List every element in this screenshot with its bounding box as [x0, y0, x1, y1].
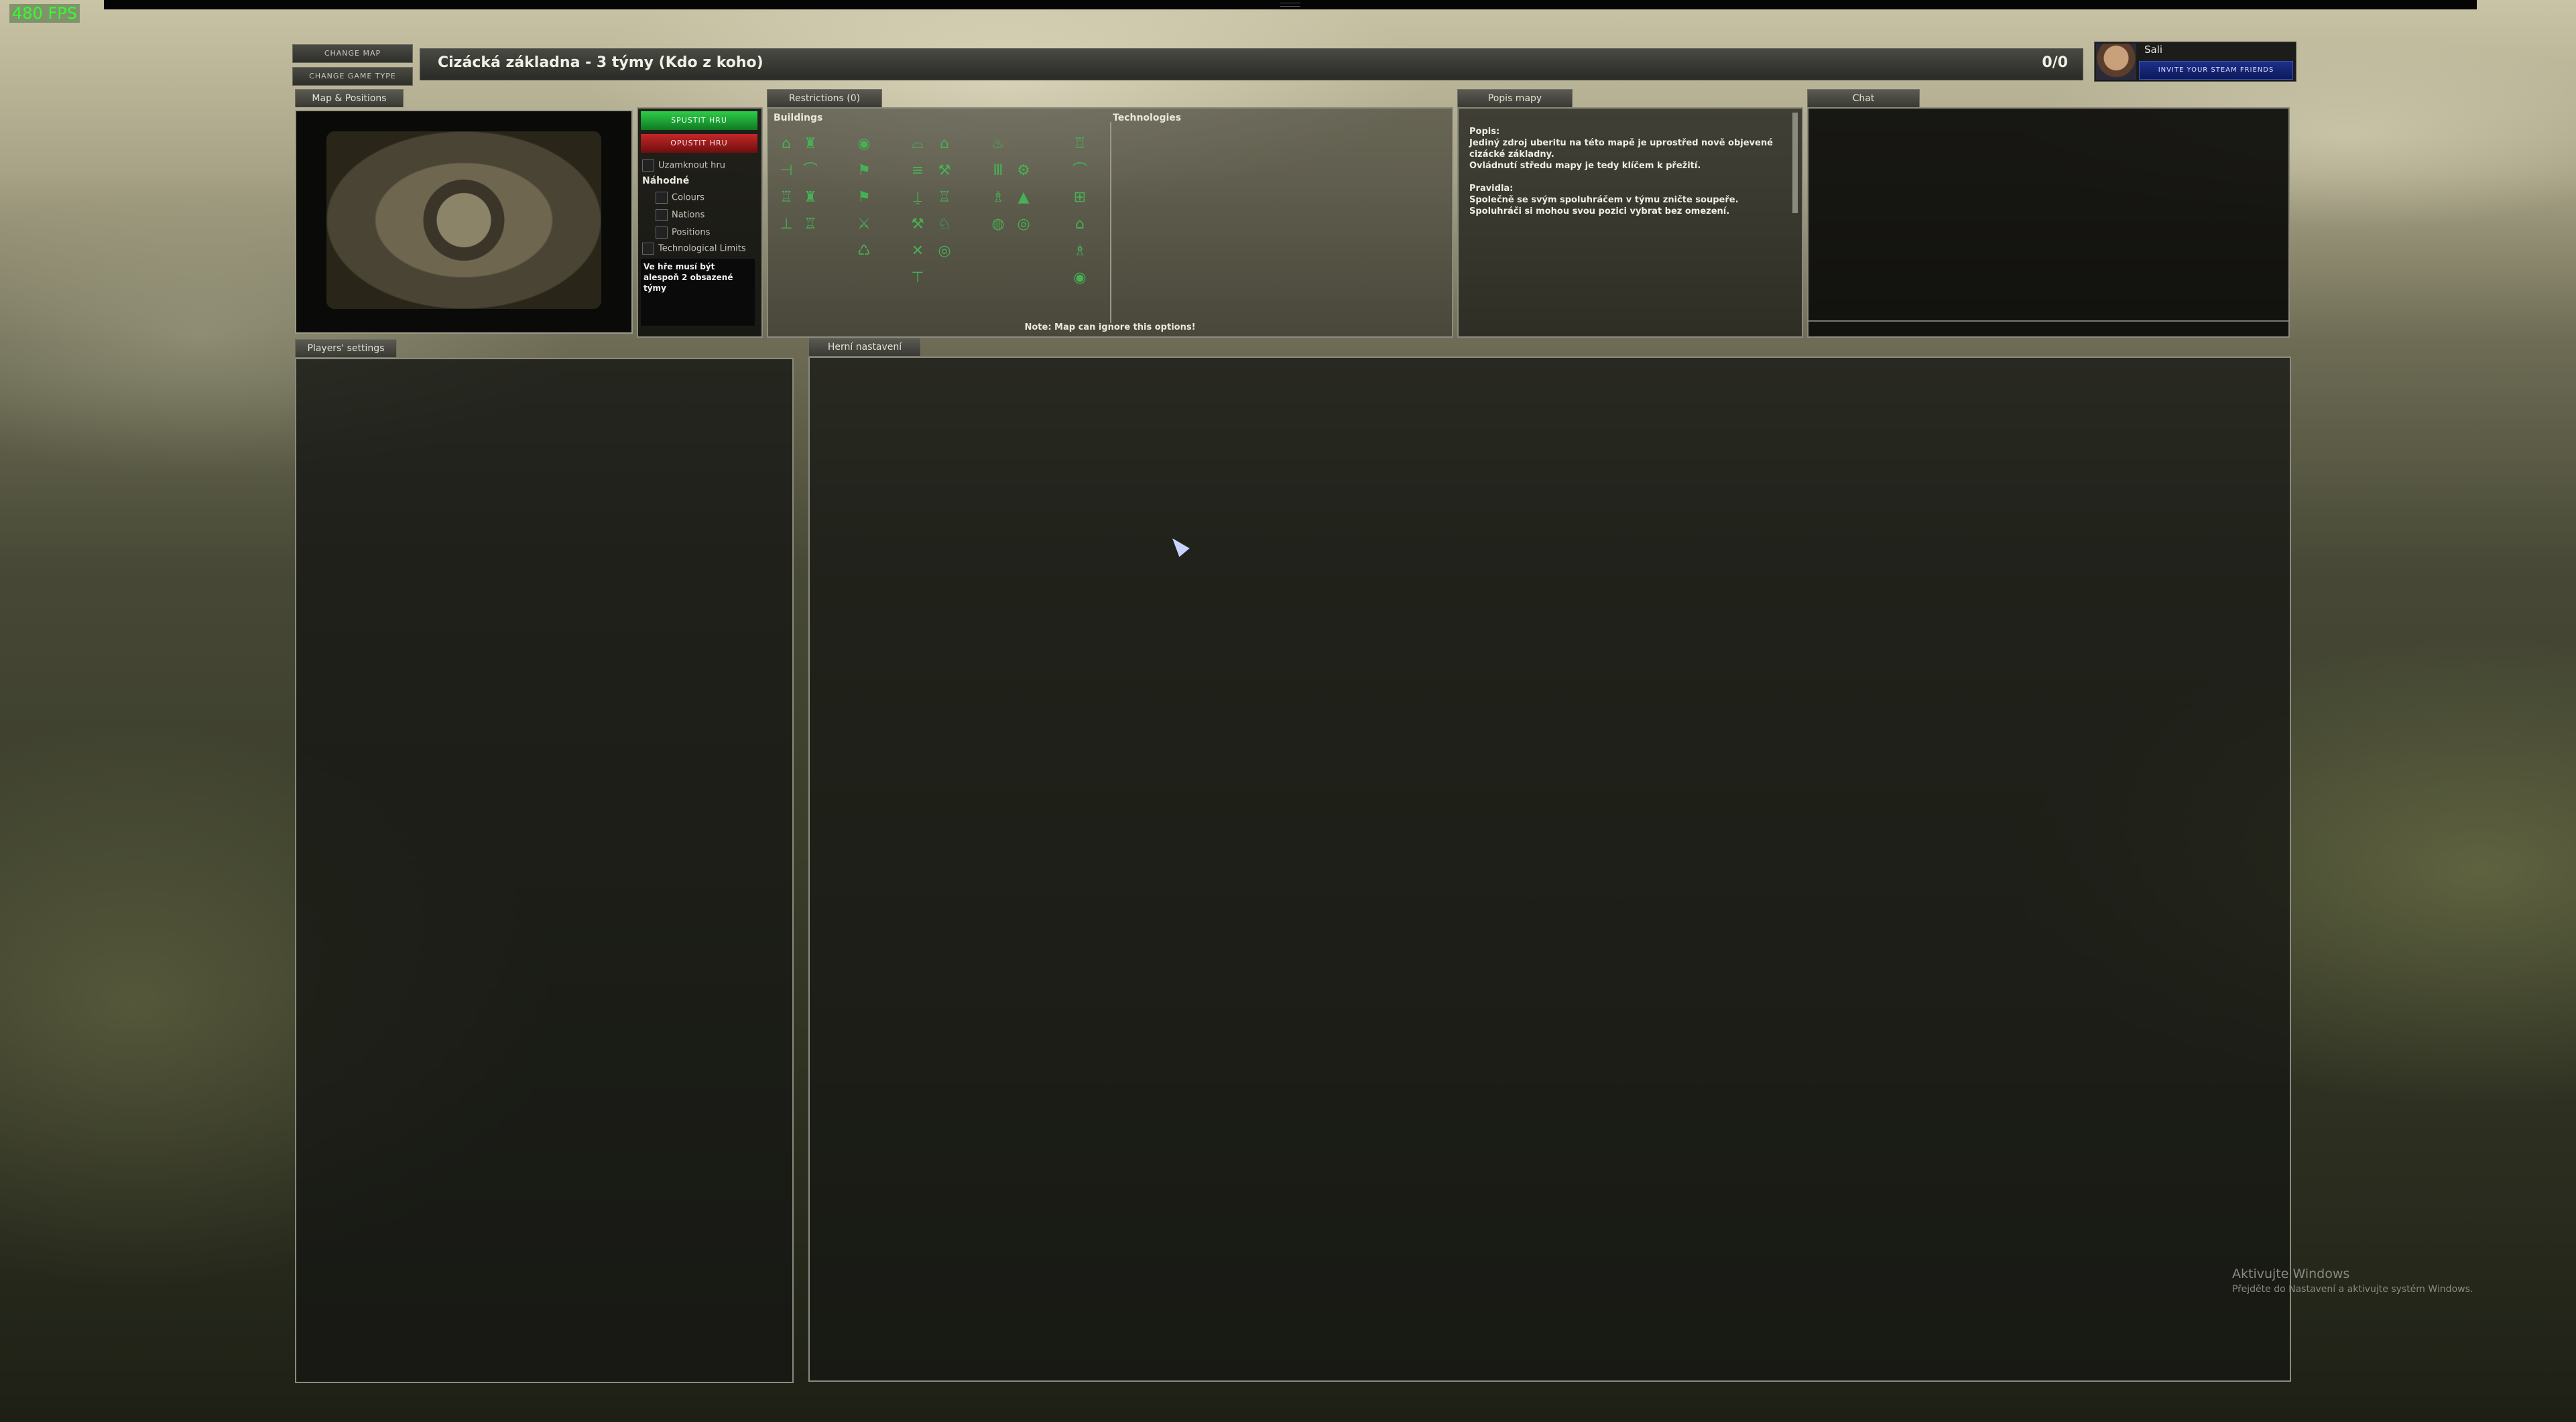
- activation-subtitle: Přejděte do Nastavení a aktivujte systém…: [2232, 1284, 2473, 1295]
- building-icon[interactable]: ♖: [778, 189, 795, 206]
- game-controls: SPUSTIT HRU OPUSTIT HRU Uzamknout hru Ná…: [637, 107, 763, 338]
- lock-game-label: Uzamknout hru: [658, 160, 725, 171]
- building-icon[interactable]: ◉: [855, 135, 873, 153]
- building-icon[interactable]: ♨: [989, 135, 1007, 153]
- building-icon[interactable]: ♜: [802, 189, 819, 206]
- windows-activation-watermark: Aktivujte Windows Přejděte do Nastavení …: [2232, 1267, 2473, 1295]
- building-icon[interactable]: ♗: [989, 189, 1007, 206]
- tab-players-settings[interactable]: Players' settings: [295, 339, 397, 357]
- building-icon[interactable]: ⌂: [1071, 216, 1089, 233]
- restrictions-note: Note: Map can ignore this options!: [1024, 322, 1196, 332]
- grip-handle[interactable]: [1280, 3, 1300, 7]
- players-settings-panel: [295, 358, 794, 1383]
- random-positions-checkbox[interactable]: Positions: [656, 227, 710, 239]
- building-icon[interactable]: ◍: [989, 216, 1007, 233]
- building-icon[interactable]: ♖: [1071, 135, 1089, 153]
- building-icon[interactable]: ⚒: [936, 162, 953, 180]
- tech-limits-checkbox[interactable]: Technological Limits: [642, 243, 746, 255]
- tab-chat[interactable]: Chat: [1807, 89, 1920, 107]
- positions-label: Positions: [672, 227, 711, 238]
- building-icon[interactable]: ≡: [909, 162, 926, 180]
- building-icon[interactable]: ⚒: [909, 216, 926, 233]
- checkbox-box[interactable]: [642, 243, 654, 255]
- divider: [1110, 122, 1111, 323]
- building-icon[interactable]: ⌒: [1071, 162, 1089, 180]
- building-icon[interactable]: ⌓: [909, 135, 926, 153]
- building-icon[interactable]: ⌂: [778, 135, 795, 153]
- tab-herni-nastaveni[interactable]: Herní nastavení: [808, 338, 921, 356]
- building-icon[interactable]: ⍊: [909, 189, 926, 206]
- tech-limits-label: Technological Limits: [658, 243, 746, 254]
- tab-map-positions[interactable]: Map & Positions: [295, 89, 404, 107]
- buildings-header: Buildings: [774, 113, 823, 123]
- random-nations-checkbox[interactable]: Nations: [656, 209, 704, 221]
- building-icon[interactable]: ♖: [802, 216, 819, 233]
- building-icon[interactable]: ♖: [936, 189, 953, 206]
- building-icon[interactable]: ⚑: [855, 189, 873, 206]
- map-preview-image[interactable]: [326, 131, 601, 309]
- tab-restrictions[interactable]: Restrictions (0): [767, 89, 882, 107]
- nations-label: Nations: [672, 210, 705, 220]
- building-icon[interactable]: ♺: [855, 243, 873, 260]
- colours-label: Colours: [672, 192, 704, 203]
- player-count: 0/0: [2042, 54, 2068, 71]
- chat-input-line[interactable]: [1808, 320, 2288, 322]
- building-icon[interactable]: ⊞: [1071, 189, 1089, 206]
- change-map-button[interactable]: CHANGE MAP: [292, 44, 413, 63]
- building-icon[interactable]: ✕: [909, 243, 926, 260]
- building-icon[interactable]: ⌒: [802, 162, 819, 180]
- avatar[interactable]: [2096, 44, 2136, 80]
- building-icon[interactable]: ⊤: [909, 269, 926, 287]
- activation-title: Aktivujte Windows: [2232, 1267, 2350, 1281]
- change-game-type-button[interactable]: CHANGE GAME TYPE: [292, 67, 413, 86]
- profile-box: Sali INVITE YOUR STEAM FRIENDS: [2094, 42, 2296, 82]
- building-icon[interactable]: ▲: [1015, 189, 1032, 206]
- building-icon[interactable]: ♜: [802, 135, 819, 153]
- building-icon[interactable]: ◎: [936, 243, 953, 260]
- tab-popis-mapy[interactable]: Popis mapy: [1457, 89, 1573, 107]
- start-game-button[interactable]: SPUSTIT HRU: [641, 111, 757, 130]
- technologies-header: Technologies: [1113, 113, 1182, 123]
- building-icon[interactable]: ⌂: [936, 135, 953, 153]
- top-bar: [104, 0, 2477, 9]
- building-icon[interactable]: ♘: [936, 216, 953, 233]
- building-icon[interactable]: ⚑: [855, 162, 873, 180]
- leave-game-button[interactable]: OPUSTIT HRU: [641, 134, 757, 153]
- checkbox-box[interactable]: [656, 227, 668, 239]
- profile-name: Sali: [2144, 44, 2163, 56]
- lock-game-checkbox[interactable]: Uzamknout hru: [642, 159, 725, 172]
- building-icon[interactable]: ⚔: [855, 216, 873, 233]
- invite-steam-friends-button[interactable]: INVITE YOUR STEAM FRIENDS: [2139, 61, 2293, 80]
- map-description-panel: Popis: Jediný zdroj uberitu na této mapě…: [1457, 107, 1803, 338]
- building-icon[interactable]: Ⅲ: [989, 162, 1007, 180]
- building-icon[interactable]: ⚙: [1015, 162, 1032, 180]
- game-title-bar: Cizácká základna - 3 týmy (Kdo z koho) 0…: [420, 48, 2083, 80]
- random-colours-checkbox[interactable]: Colours: [656, 192, 704, 204]
- map-title: Cizácká základna - 3 týmy (Kdo z koho): [438, 54, 763, 71]
- building-icon[interactable]: ◎: [1015, 216, 1032, 233]
- building-icon[interactable]: ⊣: [778, 162, 795, 180]
- team-requirement-note: Ve hře musí být alespoň 2 obsazené týmy: [641, 259, 755, 326]
- restrictions-panel: Buildings Technologies ⌂ ♜ ◉ ⌓ ⌂ ♨ ♖ ⊣ ⌒…: [767, 107, 1453, 338]
- checkbox-box[interactable]: [656, 192, 668, 204]
- map-description-text: Popis: Jediný zdroj uberitu na této mapě…: [1469, 127, 1773, 216]
- checkbox-box[interactable]: [642, 159, 654, 172]
- minimap[interactable]: [295, 110, 633, 334]
- building-icon[interactable]: ♗: [1071, 243, 1089, 260]
- random-header: Náhodné: [642, 176, 690, 186]
- building-icon[interactable]: ◉: [1071, 269, 1089, 287]
- scrollbar[interactable]: [1792, 113, 1798, 213]
- building-icon[interactable]: ⊥: [778, 216, 795, 233]
- fps-counter: 480 FPS: [9, 4, 80, 23]
- game-settings-panel: [808, 357, 2291, 1382]
- checkbox-box[interactable]: [656, 209, 668, 221]
- chat-panel: [1807, 107, 2290, 338]
